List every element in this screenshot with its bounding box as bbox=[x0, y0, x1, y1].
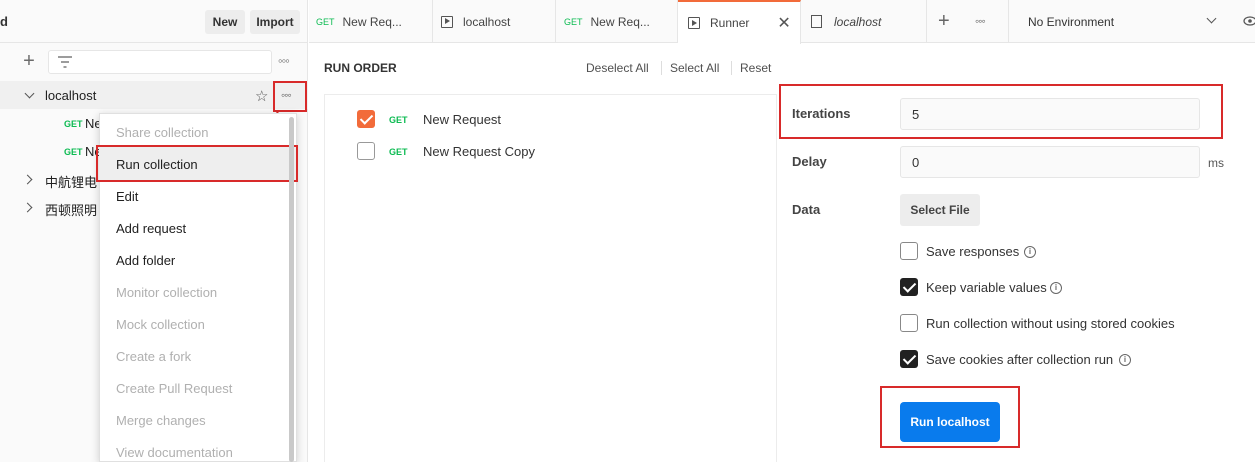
tab-localhost-collection[interactable]: localhost bbox=[801, 0, 927, 43]
delay-unit: ms bbox=[1208, 156, 1224, 170]
import-button[interactable]: Import bbox=[250, 10, 300, 34]
request-method: GET bbox=[64, 119, 83, 129]
no-stored-cookies-checkbox[interactable] bbox=[900, 314, 918, 332]
menu-item-edit[interactable]: Edit bbox=[116, 189, 138, 204]
divider bbox=[1008, 0, 1009, 43]
new-button[interactable]: New bbox=[205, 10, 245, 34]
collection-name[interactable]: 中航锂电 bbox=[45, 172, 97, 191]
request-name: New Request bbox=[423, 112, 502, 127]
deselect-all-button[interactable]: Deselect All bbox=[586, 61, 649, 75]
tab-label: Runner bbox=[710, 16, 750, 30]
menu-item-view-documentation: View documentation bbox=[116, 445, 233, 460]
menu-item-create-fork: Create a fork bbox=[116, 349, 192, 364]
request-checkbox-checked[interactable] bbox=[357, 110, 375, 128]
tabs-more-icon[interactable]: ◦◦◦ bbox=[975, 14, 986, 28]
sidebar-more-icon[interactable]: ◦◦◦ bbox=[278, 53, 290, 68]
no-stored-cookies-label: Run collection without using stored cook… bbox=[926, 316, 1175, 331]
save-cookies-checkbox[interactable] bbox=[900, 350, 918, 368]
request-method: GET bbox=[64, 147, 83, 157]
collection-doc-icon bbox=[811, 15, 822, 28]
tab-label: localhost bbox=[463, 14, 511, 29]
collection-name[interactable]: 西顿照明 bbox=[45, 200, 97, 219]
annotation-box-iterations bbox=[779, 84, 1223, 139]
data-label: Data bbox=[792, 202, 821, 217]
request-checkbox[interactable] bbox=[357, 142, 375, 160]
save-responses-label: Save responses bbox=[926, 244, 1020, 259]
annotation-box-more bbox=[273, 81, 307, 112]
menu-item-add-request[interactable]: Add request bbox=[116, 221, 186, 236]
run-order-title: RUN ORDER bbox=[324, 61, 397, 75]
menu-item-merge-changes: Merge changes bbox=[116, 413, 206, 428]
tab-method: GET bbox=[316, 16, 335, 27]
menu-item-monitor-collection: Monitor collection bbox=[116, 285, 218, 300]
new-tab-icon[interactable]: + bbox=[938, 10, 950, 33]
close-icon[interactable]: ✕ bbox=[777, 13, 790, 33]
info-icon[interactable]: i bbox=[1024, 246, 1036, 258]
menu-item-add-folder[interactable]: Add folder bbox=[116, 253, 175, 268]
select-file-button[interactable]: Select File bbox=[900, 194, 980, 226]
divider bbox=[776, 94, 777, 462]
collection-name[interactable]: localhost bbox=[45, 88, 96, 103]
eye-icon[interactable] bbox=[1243, 15, 1255, 27]
filter-icon bbox=[58, 56, 72, 68]
environment-select[interactable]: No Environment bbox=[1028, 15, 1114, 29]
tab-new-request[interactable]: GET New Req... bbox=[309, 0, 433, 43]
delay-input[interactable]: 0 bbox=[900, 146, 1200, 178]
tab-label: New Req... bbox=[342, 14, 402, 29]
select-all-button[interactable]: Select All bbox=[670, 61, 719, 75]
save-responses-checkbox[interactable] bbox=[900, 242, 918, 260]
tab-runner[interactable]: Runner ✕ bbox=[678, 0, 801, 44]
annotation-box-run-button bbox=[880, 386, 1020, 448]
keep-variable-values-checkbox[interactable] bbox=[900, 278, 918, 296]
reset-button[interactable]: Reset bbox=[740, 61, 771, 75]
delay-label: Delay bbox=[792, 154, 827, 169]
star-icon[interactable]: ☆ bbox=[255, 87, 268, 105]
info-icon[interactable]: i bbox=[1119, 354, 1131, 366]
menu-item-create-pull-request: Create Pull Request bbox=[116, 381, 233, 396]
save-cookies-label: Save cookies after collection run bbox=[926, 352, 1114, 367]
keep-variable-values-label: Keep variable values bbox=[926, 280, 1047, 295]
runner-icon bbox=[441, 15, 453, 28]
tab-method: GET bbox=[564, 16, 583, 27]
tab-localhost-runner[interactable]: localhost bbox=[433, 0, 556, 43]
filter-input[interactable] bbox=[48, 50, 272, 74]
tab-label: localhost bbox=[834, 14, 882, 29]
divider bbox=[661, 61, 662, 75]
divider bbox=[731, 61, 732, 75]
sidebar-title: d bbox=[0, 14, 8, 29]
request-method: GET bbox=[389, 115, 408, 125]
annotation-box-run-collection bbox=[96, 145, 298, 182]
info-icon[interactable]: i bbox=[1050, 282, 1062, 294]
tab-new-request[interactable]: GET New Req... bbox=[556, 0, 678, 43]
menu-item-share-collection: Share collection bbox=[116, 125, 209, 140]
request-method: GET bbox=[389, 147, 408, 157]
request-name: New Request Copy bbox=[423, 144, 535, 159]
sidebar-divider bbox=[0, 42, 308, 43]
runner-icon bbox=[688, 17, 700, 29]
menu-scrollbar[interactable] bbox=[289, 117, 294, 462]
tab-label: New Req... bbox=[590, 14, 650, 29]
add-collection-icon[interactable]: + bbox=[18, 50, 40, 72]
menu-item-mock-collection: Mock collection bbox=[116, 317, 205, 332]
